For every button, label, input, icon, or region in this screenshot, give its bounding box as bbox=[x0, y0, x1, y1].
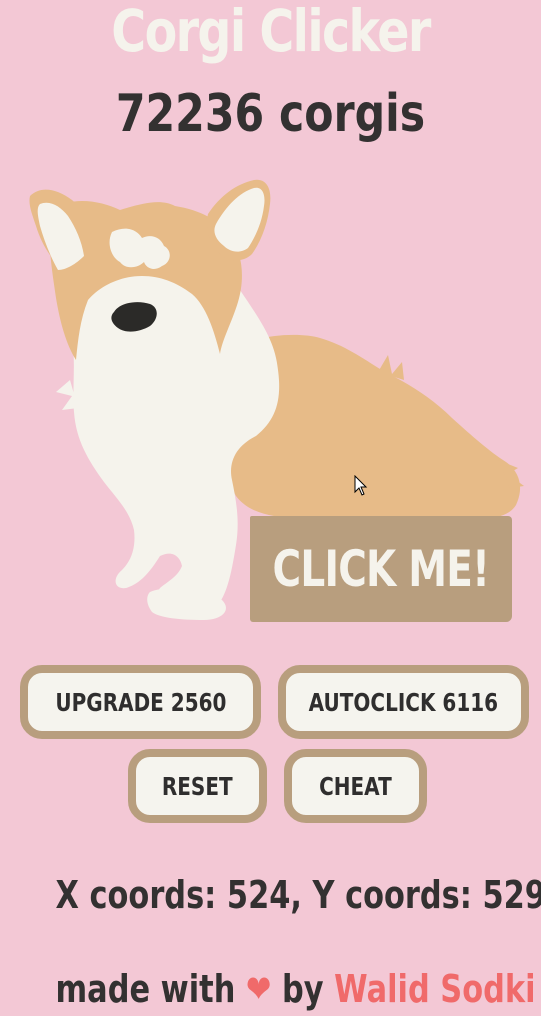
footer-made-with: made with bbox=[56, 967, 236, 1011]
click-me-button[interactable]: CLICK ME! bbox=[250, 516, 512, 622]
corgi-count-value: 72236 bbox=[116, 84, 264, 144]
upgrade-button[interactable]: UPGRADE 2560 bbox=[20, 665, 261, 739]
reset-button[interactable]: RESET bbox=[128, 749, 267, 823]
x-coords-value: 524 bbox=[227, 873, 290, 917]
author-link[interactable]: Walid Sodki bbox=[334, 967, 535, 1011]
upgrade-button-label: UPGRADE 2560 bbox=[55, 688, 226, 717]
y-coords-label: Y coords: bbox=[313, 873, 472, 917]
corgi-count-unit: corgis bbox=[279, 84, 425, 144]
heart-icon: ❤ bbox=[246, 967, 271, 1011]
y-coords-value: 529 bbox=[483, 873, 541, 917]
corgi-counter: 72236 corgis bbox=[49, 84, 493, 144]
coordinates-readout: X coords: 524, Y coords: 529 bbox=[56, 870, 500, 920]
cheat-button-label: CHEAT bbox=[319, 772, 392, 801]
click-me-label: CLICK ME! bbox=[273, 540, 490, 598]
footer-credit: made with ❤ by Walid Sodki bbox=[56, 962, 500, 1016]
x-coords-label: X coords: bbox=[56, 873, 217, 917]
footer-by: by bbox=[282, 967, 324, 1011]
autoclick-button[interactable]: AUTOCLICK 6116 bbox=[278, 665, 529, 739]
cheat-button[interactable]: CHEAT bbox=[284, 749, 427, 823]
autoclick-button-label: AUTOCLICK 6116 bbox=[309, 688, 498, 717]
reset-button-label: RESET bbox=[162, 772, 233, 801]
mouse-pointer-icon bbox=[354, 475, 368, 497]
page-title: Corgi Clicker bbox=[49, 0, 493, 68]
